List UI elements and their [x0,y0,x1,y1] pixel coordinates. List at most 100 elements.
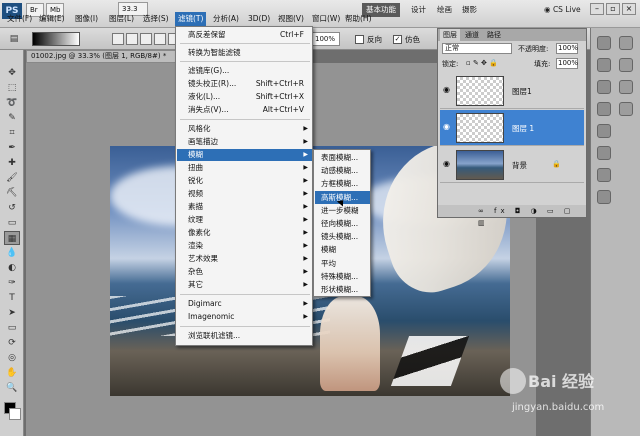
menu-view[interactable]: 视图(V) [275,12,307,26]
submenu-average[interactable]: 平均 [315,257,370,270]
menu-edit[interactable]: 编辑(E) [36,12,68,26]
tab-paths[interactable]: 路径 [484,29,504,41]
visibility-eye-icon[interactable]: ◉ [443,86,453,94]
menu-filter[interactable]: 滤镜(T) [175,12,207,26]
tab-layers[interactable]: 图层 [440,29,460,41]
submenu-box-blur[interactable]: 方框模糊... [315,177,370,190]
menu-distort[interactable]: 扭曲 ▶ [177,162,312,174]
submenu-smart-blur[interactable]: 特殊模糊... [315,270,370,283]
blur-tool-icon[interactable]: 💧 [4,246,20,260]
opacity-input[interactable]: 100% [556,43,578,54]
dock-actions-icon[interactable] [597,124,611,138]
menu-select[interactable]: 选择(S) [140,12,172,26]
menu-digimarc[interactable]: Digimarc ▶ [177,298,312,310]
gradient-tool-icon[interactable]: ▦ [4,231,20,245]
move-tool-icon[interactable]: ✥ [4,66,20,80]
dock-history-icon[interactable] [597,102,611,116]
3d-orbit-tool-icon[interactable]: ◎ [4,351,20,365]
dock-swatches-icon[interactable] [597,146,611,160]
menu-sharpen[interactable]: 锐化 ▶ [177,175,312,187]
shape-tool-icon[interactable]: ▭ [4,321,20,335]
close-button[interactable]: × [622,3,636,15]
reflected-gradient-icon[interactable] [154,33,166,45]
menu-render[interactable]: 渲染 ▶ [177,240,312,252]
eraser-tool-icon[interactable]: ▭ [4,216,20,230]
menu-pixelate[interactable]: 像素化 ▶ [177,227,312,239]
dock-histogram-icon[interactable] [619,80,633,94]
gradient-tool-preset-icon[interactable]: ▤ [6,32,22,46]
fill-input[interactable]: 100% [556,58,578,69]
menu-3d[interactable]: 3D(D) [245,12,273,26]
eyedropper-tool-icon[interactable]: ✒ [4,141,20,155]
dock-brushes-icon[interactable] [597,190,611,204]
menu-video[interactable]: 视频 ▶ [177,188,312,200]
menu-sketch[interactable]: 素描 ▶ [177,201,312,213]
marquee-tool-icon[interactable]: ⬚ [4,81,20,95]
menu-window[interactable]: 窗口(W) [309,12,343,26]
radial-gradient-icon[interactable] [126,33,138,45]
dock-adjustments-icon[interactable] [597,58,611,72]
menu-image[interactable]: 图像(I) [72,12,101,26]
menu-lens-correction[interactable]: 镜头校正(R)... Shift+Ctrl+R [177,78,312,90]
3d-rotate-tool-icon[interactable]: ⟳ [4,336,20,350]
workspace-painting[interactable]: 绘画 [433,3,456,17]
restore-button[interactable]: ▫ [606,3,620,15]
minimize-button[interactable]: – [590,3,604,15]
layer-row[interactable]: ◉ 背景 🔒 [440,147,584,183]
cs-live-button[interactable]: ◉ CS Live [540,3,585,17]
dock-3d-icon[interactable] [597,36,611,50]
reverse-checkbox[interactable] [355,35,364,44]
menu-vanishing-point[interactable]: 消失点(V)... Alt+Ctrl+V [177,104,312,116]
path-selection-tool-icon[interactable]: ➤ [4,306,20,320]
linear-gradient-icon[interactable] [112,33,124,45]
background-color-swatch[interactable] [9,408,21,420]
layer-row[interactable]: ◉ 图层 1 [440,110,584,146]
menu-liquify[interactable]: 液化(L)... Shift+Ctrl+X [177,91,312,103]
menu-convert-smart-filters[interactable]: 转换为智能滤镜 [177,47,312,59]
clone-stamp-tool-icon[interactable]: ⛏ [4,186,20,200]
opacity-field[interactable]: 100% [312,32,340,46]
pen-tool-icon[interactable]: ✑ [4,276,20,290]
submenu-blur[interactable]: 模糊 [315,243,370,256]
menu-artistic[interactable]: 艺术效果 ▶ [177,253,312,265]
menu-last-filter[interactable]: 高反差保留 Ctrl+F [177,29,312,41]
dock-info-icon[interactable] [619,58,633,72]
dodge-tool-icon[interactable]: ◐ [4,261,20,275]
menu-noise[interactable]: 杂色 ▶ [177,266,312,278]
crop-tool-icon[interactable]: ⌗ [4,126,20,140]
layer-row[interactable]: ◉ 图层1 [440,73,584,109]
zoom-tool-icon[interactable]: 🔍 [4,381,20,395]
quick-select-tool-icon[interactable]: ✎ [4,111,20,125]
submenu-radial-blur[interactable]: 径向模糊... [315,217,370,230]
healing-brush-tool-icon[interactable]: ✚ [4,156,20,170]
menu-help[interactable]: 帮助(H) [342,12,375,26]
menu-stylize[interactable]: 风格化 ▶ [177,123,312,135]
lasso-tool-icon[interactable]: ➰ [4,96,20,110]
dock-styles-icon[interactable] [597,168,611,182]
dock-color-icon[interactable] [619,102,633,116]
submenu-surface-blur[interactable]: 表面模糊... [315,151,370,164]
workspace-photography[interactable]: 摄影 [458,3,481,17]
menu-file[interactable]: 文件(F) [4,12,35,26]
menu-texture[interactable]: 纹理 ▶ [177,214,312,226]
blend-mode-select[interactable]: 正常 [442,43,512,54]
brush-tool-icon[interactable]: 🖌 [4,171,20,185]
menu-analysis[interactable]: 分析(A) [210,12,242,26]
menu-blur[interactable]: 模糊 ▶ [177,149,312,161]
angle-gradient-icon[interactable] [140,33,152,45]
menu-layer[interactable]: 图层(L) [106,12,137,26]
menu-other[interactable]: 其它 ▶ [177,279,312,291]
workspace-design[interactable]: 设计 [407,3,430,17]
dither-checkbox[interactable]: ✓ [393,35,402,44]
submenu-motion-blur[interactable]: 动感模糊... [315,164,370,177]
visibility-eye-icon[interactable]: ◉ [443,160,453,168]
hand-tool-icon[interactable]: ✋ [4,366,20,380]
menu-imagenomic[interactable]: Imagenomic ▶ [177,311,312,323]
menu-brush-strokes[interactable]: 画笔描边 ▶ [177,136,312,148]
layers-footer-icons[interactable]: ∞ fx ◘ ◑ ▭ ▢ ▥ [438,205,586,227]
tab-channels[interactable]: 通道 [462,29,482,41]
type-tool-icon[interactable]: T [4,291,20,305]
visibility-eye-icon[interactable]: ◉ [443,123,453,131]
history-brush-tool-icon[interactable]: ↺ [4,201,20,215]
dock-masks-icon[interactable] [597,80,611,94]
